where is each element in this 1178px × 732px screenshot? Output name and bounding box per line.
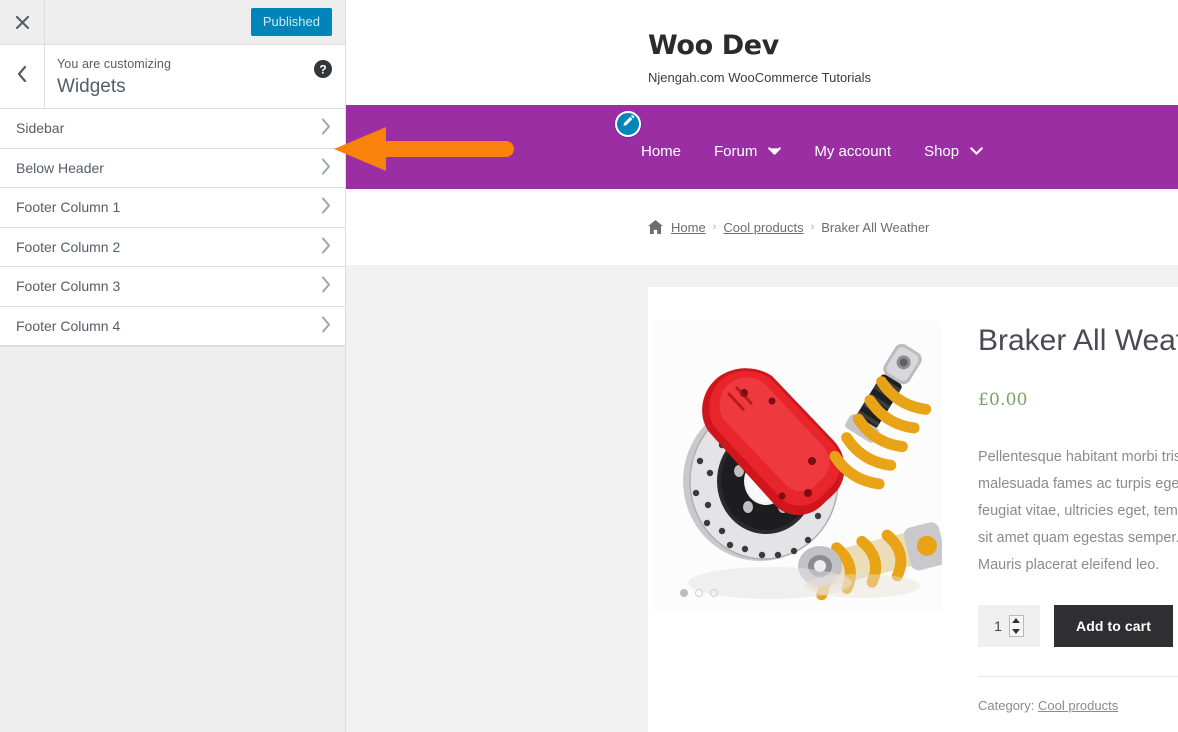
sidebar-item-label: Footer Column 4 <box>16 317 121 334</box>
chevron-right-icon <box>321 276 331 296</box>
nav-item-label: Shop <box>924 142 960 160</box>
sidebar-item-label: Below Header <box>16 159 104 176</box>
product-price: £0.00 <box>978 390 1028 410</box>
product-meta-label: Category: <box>978 698 1035 713</box>
page-title: Widgets <box>57 76 126 98</box>
brake-disc-suspension-photo[interactable] <box>652 321 942 611</box>
back-button[interactable] <box>0 45 45 108</box>
product-title: Braker All Weather <box>978 324 1178 357</box>
breadcrumb-separator: › <box>712 221 717 233</box>
customizer-title-wrap: You are customizing Widgets ? <box>45 45 345 108</box>
add-to-cart-button[interactable]: Add to cart <box>1054 605 1173 647</box>
sidebar-item-sidebar[interactable]: Sidebar <box>0 109 345 149</box>
nav-item-forum[interactable]: Forum <box>714 143 809 160</box>
sidebar-item-footer-column-2[interactable]: Footer Column 2 <box>0 227 345 267</box>
customizer-topbar: Published <box>0 0 345 45</box>
nav-item-label: My account <box>814 142 892 160</box>
customizer-section-header: You are customizing Widgets ? <box>0 45 345 109</box>
site-title: Woo Dev <box>648 30 779 61</box>
sidebar-item-footer-column-4[interactable]: Footer Column 4 <box>0 306 345 346</box>
nav-item-my-account[interactable]: My account <box>814 143 919 160</box>
site-description: Njengah.com WooCommerce Tutorials <box>648 70 872 86</box>
sidebar-item-label: Footer Column 2 <box>16 238 121 255</box>
product-summary: Braker All Weather £0.00 Pellentesque ha… <box>948 321 1178 732</box>
publish-button[interactable]: Published <box>250 7 332 37</box>
sidebar-item-footer-column-1[interactable]: Footer Column 1 <box>0 188 345 228</box>
chevron-right-icon <box>321 197 331 217</box>
chevron-right-icon <box>321 118 331 138</box>
breadcrumb-link-category[interactable]: Cool products <box>723 220 803 235</box>
gallery-dot[interactable] <box>695 589 703 597</box>
quantity-stepper[interactable]: 1 <box>978 605 1040 647</box>
nav-item-home[interactable]: Home <box>641 143 709 160</box>
nav-item-shop[interactable]: Shop <box>924 143 1011 160</box>
product-category-link[interactable]: Cool products <box>1038 698 1118 713</box>
close-customizer-button[interactable] <box>0 0 45 44</box>
chevron-left-icon <box>17 65 27 87</box>
breadcrumb-current: Braker All Weather <box>821 219 930 235</box>
house-icon <box>648 220 663 234</box>
content-area: Braker All Weather £0.00 Pellentesque ha… <box>346 265 1178 732</box>
chevron-right-icon <box>321 158 331 177</box>
sidebar-item-label: Footer Column 1 <box>16 199 121 216</box>
close-icon <box>15 15 29 29</box>
chevron-down-icon <box>768 146 782 156</box>
theme-preview-pane: Woo Dev Njengah.com WooCommerce Tutorial… <box>346 0 1178 732</box>
pencil-edit-icon <box>622 114 635 133</box>
nav-item-label: Forum <box>714 142 758 160</box>
caret-up-icon[interactable] <box>1010 616 1023 626</box>
breadcrumb-link-home[interactable]: Home <box>671 220 706 235</box>
caret-down-icon[interactable] <box>1010 626 1023 636</box>
nav-item-label: Home <box>641 142 682 160</box>
nav-items: Home Forum My account Shop <box>641 143 1016 160</box>
product-gallery <box>652 321 948 732</box>
sidebar-item-footer-column-3[interactable]: Footer Column 3 <box>0 267 345 307</box>
breadcrumb-wrapper: Home › Cool products › Braker All Weathe… <box>346 189 1178 265</box>
quantity-arrows[interactable] <box>1008 615 1024 637</box>
primary-navigation-bar: Home Forum My account Shop <box>346 105 1178 189</box>
breadcrumb-separator: › <box>810 221 815 233</box>
customizer-panel: Published You are customizing Widgets ? <box>0 0 346 732</box>
customizer-screen: Woo Dev Njengah.com WooCommerce Tutorial… <box>0 0 1178 732</box>
chevron-right-icon <box>321 237 331 256</box>
site-header: Woo Dev Njengah.com WooCommerce Tutorial… <box>346 0 1178 105</box>
breadcrumb: Home › Cool products › Braker All Weathe… <box>648 220 929 235</box>
edit-shortcut-button[interactable] <box>615 111 641 137</box>
sidebar-item-below-header[interactable]: Below Header <box>0 148 345 188</box>
cart-row: 1 Add to cart <box>978 605 1178 647</box>
sidebar-item-label: Sidebar <box>16 120 65 137</box>
gallery-dot[interactable] <box>680 589 688 597</box>
chevron-right-icon <box>321 316 331 335</box>
chevron-down-icon <box>970 146 983 156</box>
svg-text:?: ? <box>319 63 326 77</box>
quantity-value[interactable]: 1 <box>994 618 1002 634</box>
help-icon[interactable]: ? <box>313 59 333 79</box>
product-description: Pellentesque habitant morbi tristique se… <box>978 449 1178 573</box>
product-meta: Category: Cool products <box>978 676 1178 713</box>
customizing-eyebrow: You are customizing <box>57 57 172 71</box>
widget-area-list: Sidebar Below Header Footer Column 1 Foo… <box>0 109 345 347</box>
gallery-dots <box>680 589 718 597</box>
gallery-dot[interactable] <box>710 589 718 597</box>
customizer-topbar-actions: Published <box>45 0 345 44</box>
sidebar-item-label: Footer Column 3 <box>16 278 121 295</box>
product-card: Braker All Weather £0.00 Pellentesque ha… <box>648 287 1178 732</box>
